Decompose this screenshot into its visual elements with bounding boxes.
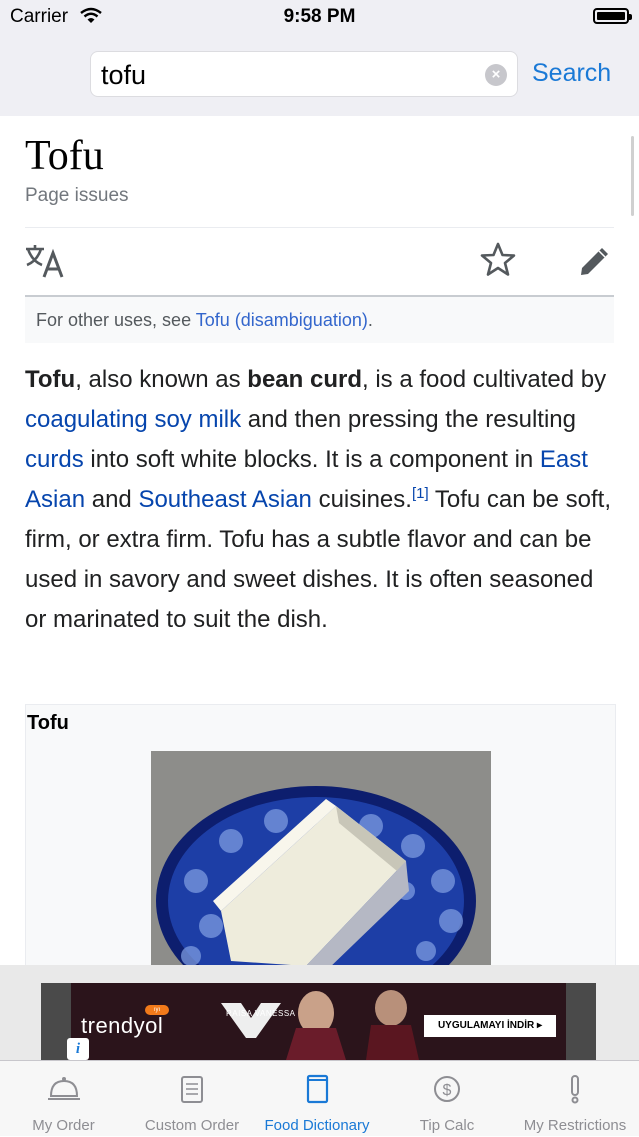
book-icon — [257, 1074, 377, 1104]
reference-link[interactable]: [1] — [412, 485, 429, 502]
ad-brand-text: trendyol — [81, 1013, 164, 1038]
tab-label: Tip Calc — [419, 1117, 475, 1134]
ad-subbrand-text: RAISA VANESSA — [226, 1009, 296, 1018]
tab-custom-order[interactable]: Custom Order — [127, 1061, 257, 1137]
bold-term: bean curd — [247, 366, 362, 393]
star-icon[interactable] — [479, 241, 517, 284]
text-run: into soft white blocks. It is a componen… — [83, 446, 540, 473]
link-soy-milk[interactable]: soy milk — [154, 406, 241, 433]
text-run: , is a food cultivated by — [362, 366, 607, 393]
link-coagulating[interactable]: coagulating — [25, 406, 148, 433]
search-button[interactable]: Search — [532, 59, 611, 88]
language-icon[interactable] — [24, 243, 66, 284]
ad-area: trendyol ıyı RAISA VANESSA UYGULAMAYI İN… — [0, 965, 639, 1060]
link-southeast-asian[interactable]: Southeast Asian — [138, 486, 311, 513]
infobox-title: Tofu — [27, 712, 69, 734]
search-input[interactable]: tofu × — [90, 51, 518, 97]
status-bar: Carrier 9:58 PM — [0, 0, 639, 34]
scroll-indicator — [631, 136, 634, 216]
tab-tip-calc[interactable]: $ Tip Calc — [387, 1061, 507, 1137]
tofu-image[interactable] — [151, 751, 491, 965]
ad-brand-badge: ıyı — [145, 1005, 169, 1015]
text-run: cuisines. — [311, 486, 412, 513]
text-run: and — [85, 486, 139, 513]
cloche-icon — [0, 1074, 127, 1104]
infobox: Tofu — [25, 704, 616, 965]
bold-term: Tofu — [25, 366, 76, 393]
disambiguation-link[interactable]: Tofu (disambiguation) — [196, 310, 368, 330]
notepad-icon — [127, 1074, 257, 1104]
divider — [25, 227, 614, 228]
ad-banner[interactable]: trendyol ıyı RAISA VANESSA UYGULAMAYI İN… — [41, 983, 596, 1060]
link-curds[interactable]: curds — [25, 446, 84, 473]
tab-label: My Restrictions — [523, 1117, 627, 1134]
svg-text:$: $ — [443, 1082, 452, 1099]
battery-icon — [593, 8, 632, 24]
search-query-text: tofu — [101, 60, 147, 90]
edit-pencil-icon[interactable] — [577, 243, 613, 284]
hatnote: For other uses, see Tofu (disambiguation… — [25, 297, 614, 343]
hatnote-suffix: . — [367, 310, 373, 330]
page-issues-link[interactable]: Page issues — [25, 185, 129, 207]
tab-label: Custom Order — [144, 1117, 240, 1134]
article-view[interactable]: Tofu Page issues For other uses, see Tof… — [0, 116, 639, 965]
tab-my-restrictions[interactable]: My Restrictions — [511, 1061, 639, 1137]
ad-cta-button[interactable]: UYGULAMAYI İNDİR ▸ — [424, 1015, 556, 1037]
tab-label: Food Dictionary — [264, 1117, 370, 1134]
tab-label: My Order — [32, 1117, 95, 1134]
ad-info-icon[interactable]: i — [67, 1038, 89, 1060]
search-bar: tofu × Search — [0, 34, 639, 116]
clear-search-icon[interactable]: × — [485, 64, 507, 86]
status-time: 9:58 PM — [283, 6, 356, 27]
text-run: , also known as — [75, 366, 248, 393]
hatnote-prefix: For other uses, see — [36, 310, 196, 330]
article-intro-paragraph: Tofu, also known as bean curd, is a food… — [25, 360, 619, 640]
tab-bar: My Order Custom Order Food Dictionary $ … — [0, 1060, 639, 1136]
tab-food-dictionary[interactable]: Food Dictionary — [257, 1061, 377, 1137]
text-run: and then pressing the resulting — [241, 406, 576, 433]
tab-my-order[interactable]: My Order — [0, 1061, 127, 1137]
dollar-icon: $ — [387, 1074, 507, 1104]
page-title: Tofu — [25, 133, 104, 179]
exclamation-icon — [511, 1074, 639, 1104]
